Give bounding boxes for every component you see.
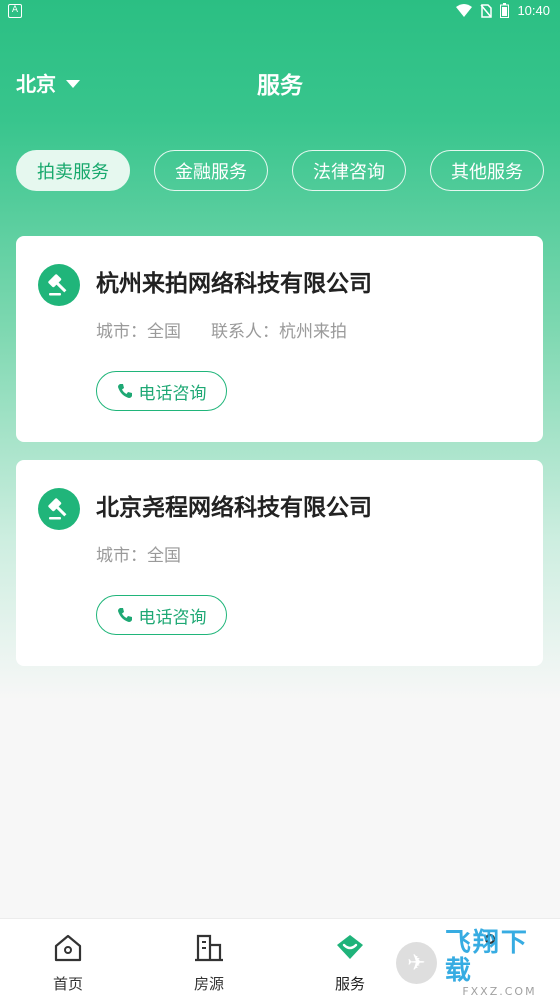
service-tabs: 拍卖服务 金融服务 法律咨询 其他服务 <box>16 150 544 191</box>
auction-hammer-icon <box>38 488 80 530</box>
watermark-logo: ✈ 飞翔下载 FXXZ.COM <box>394 929 554 998</box>
phone-icon <box>117 384 132 398</box>
tab-other[interactable]: 其他服务 <box>430 150 544 191</box>
card-meta: 城市：全国 <box>96 541 181 566</box>
tabbar-label: 服务 <box>334 975 365 993</box>
phone-icon <box>117 608 132 622</box>
tab-legal[interactable]: 法律咨询 <box>292 150 406 191</box>
city-info: 城市：全国 <box>96 322 181 342</box>
service-card[interactable]: 北京尧程网络科技有限公司 城市：全国 电话咨询 <box>16 460 543 666</box>
tabbar-item-services[interactable]: 服务 <box>310 933 390 994</box>
clock: 10:40 <box>517 3 550 18</box>
home-icon <box>54 934 82 962</box>
notification-icon: A <box>8 4 22 18</box>
top-bar: 北京 服务 <box>0 56 560 106</box>
tabbar-item-home[interactable]: 首页 <box>28 933 108 994</box>
phone-consult-label: 电话咨询 <box>138 607 207 628</box>
wifi-icon <box>456 4 473 17</box>
contact-info: 联系人：杭州来拍 <box>211 322 347 342</box>
tabbar-label: 首页 <box>52 975 83 993</box>
watermark-subtext: FXXZ.COM <box>462 984 537 998</box>
page-title: 服务 <box>257 73 303 99</box>
tab-finance[interactable]: 金融服务 <box>154 150 268 191</box>
company-name: 北京尧程网络科技有限公司 <box>96 495 372 521</box>
auction-hammer-icon <box>38 264 80 306</box>
tabbar-item-listings[interactable]: 房源 <box>169 933 249 994</box>
phone-consult-button[interactable]: 电话咨询 <box>96 595 227 635</box>
company-name: 杭州来拍网络科技有限公司 <box>96 271 372 297</box>
battery-icon <box>500 3 510 18</box>
status-bar: A 10:40 <box>0 0 560 24</box>
service-icon <box>337 935 363 959</box>
tab-auction[interactable]: 拍卖服务 <box>16 150 130 191</box>
watermark-text: 飞翔下载 <box>444 927 529 986</box>
card-meta: 城市：全国 联系人：杭州来拍 <box>96 317 347 342</box>
phone-consult-label: 电话咨询 <box>138 383 207 404</box>
phone-consult-button[interactable]: 电话咨询 <box>96 371 227 411</box>
tabbar-label: 房源 <box>193 975 224 993</box>
no-sim-icon <box>480 3 493 18</box>
service-card[interactable]: 杭州来拍网络科技有限公司 城市：全国 联系人：杭州来拍 电话咨询 <box>16 236 543 442</box>
watermark-circle-icon: ✈ <box>394 940 439 986</box>
city-info: 城市：全国 <box>96 546 181 566</box>
building-icon <box>195 934 223 962</box>
